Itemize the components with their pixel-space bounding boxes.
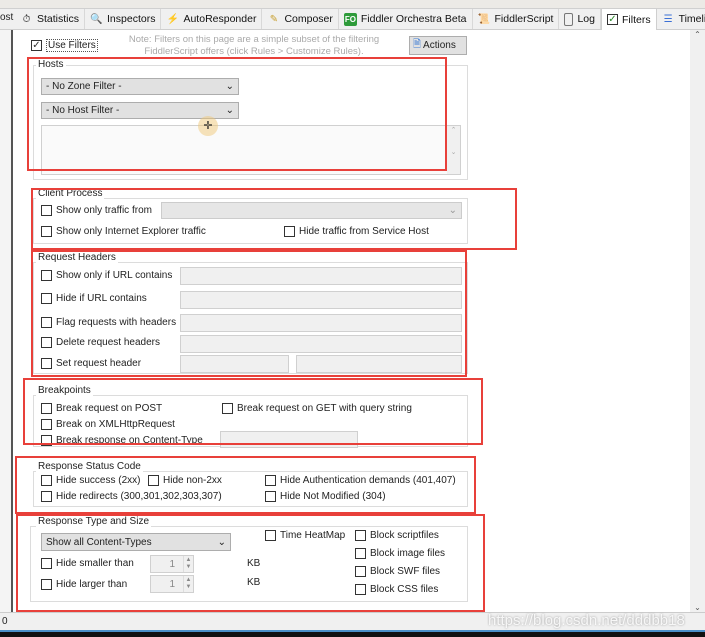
use-filters-label: Use Filters: [46, 39, 98, 52]
tab-label: Statistics: [37, 13, 80, 25]
tab-label: Fiddler Orchestra Beta: [360, 13, 467, 25]
tab-label: Timeline: [678, 13, 705, 25]
highlight-client-process: [31, 188, 517, 250]
filters-note: Note: Filters on this page are a simple …: [128, 34, 380, 57]
tab-inspectors[interactable]: 🔍 Inspectors: [85, 9, 162, 29]
log-icon: [564, 12, 574, 26]
document-gear-icon: 🗎: [413, 39, 422, 50]
magnifier-icon: 🔍: [90, 13, 103, 25]
tab-autoresponder[interactable]: ⚡ AutoResponder: [161, 9, 263, 29]
fo-icon: FO: [343, 12, 357, 26]
status-count: 0: [2, 616, 8, 627]
tab-label: Filters: [621, 13, 651, 26]
actions-button[interactable]: 🗎 Actions: [409, 36, 467, 55]
highlight-status-code: [15, 456, 476, 514]
tab-label: FiddlerScript: [494, 13, 554, 25]
tab-label: Inspectors: [107, 13, 156, 25]
tab-label: AutoResponder: [183, 13, 257, 25]
actions-label: Actions: [423, 40, 456, 51]
timeline-icon: ☰: [663, 13, 673, 25]
lightning-icon: ⚡: [166, 13, 180, 25]
vertical-scrollbar[interactable]: ⌃ ⌄: [690, 30, 705, 612]
tab-label: Log: [577, 13, 595, 25]
script-icon: 📜: [477, 13, 491, 25]
tab-filters[interactable]: ✓ Filters: [600, 8, 657, 30]
highlight-hosts: [27, 57, 447, 171]
scroll-up-icon[interactable]: ⌃: [690, 30, 705, 39]
left-pane-edge: [0, 30, 13, 612]
highlight-response-type: [16, 514, 485, 612]
scroll-down-icon[interactable]: ⌄: [690, 603, 705, 612]
pencil-icon: ✎: [269, 13, 279, 25]
toolbar-strip: [0, 0, 705, 9]
cut-tab-label: ost: [0, 12, 14, 23]
stopwatch-icon: ⏱: [22, 13, 31, 25]
tab-fiddlerscript[interactable]: 📜 FiddlerScript: [473, 9, 560, 29]
tab-log[interactable]: Log: [559, 9, 601, 29]
watermark: https://blog.csdn.net/dddbb18: [488, 612, 685, 629]
tab-label: Composer: [284, 13, 333, 25]
tab-composer[interactable]: ✎ Composer: [262, 9, 339, 29]
taskbar-edge: [0, 630, 705, 637]
tab-fiddler-orchestra[interactable]: FO Fiddler Orchestra Beta: [339, 9, 473, 29]
checkmark-icon: ✓: [31, 39, 42, 51]
highlight-breakpoints: [23, 378, 483, 445]
tab-bar: ⏱ Statistics 🔍 Inspectors ⚡ AutoResponder ✎…: [0, 8, 705, 30]
use-filters-checkbox[interactable]: ✓ Use Filters: [31, 39, 98, 52]
tab-timeline[interactable]: ☰ Timeline: [657, 9, 705, 29]
highlight-request-headers: [31, 250, 467, 377]
checkbox-icon: ✓: [606, 13, 618, 25]
